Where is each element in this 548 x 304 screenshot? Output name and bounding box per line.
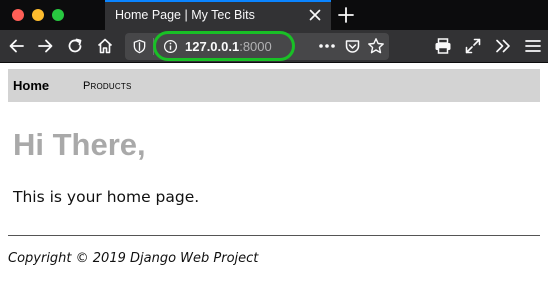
pocket-icon[interactable] — [344, 38, 361, 55]
url-highlight-annotation — [153, 31, 295, 61]
browser-tab[interactable]: Home Page | My Tec Bits — [105, 0, 331, 30]
page-heading: Hi There, — [13, 127, 146, 162]
reload-icon[interactable] — [65, 36, 85, 56]
window-maximize-button[interactable] — [52, 9, 64, 21]
home-icon[interactable] — [95, 36, 115, 56]
web-page: Home Products Hi There, This is your hom… — [0, 64, 548, 304]
footer-divider — [8, 235, 540, 236]
more-dots-icon[interactable] — [318, 41, 336, 51]
hamburger-menu-icon[interactable] — [523, 36, 543, 56]
star-icon[interactable] — [367, 37, 385, 55]
title-bar: Home Page | My Tec Bits — [0, 0, 548, 30]
print-icon[interactable] — [433, 36, 453, 56]
home-message: This is your home page. — [13, 188, 200, 206]
close-icon[interactable] — [307, 7, 323, 23]
tracking-shield-icon[interactable] — [132, 39, 147, 54]
forward-arrow-icon[interactable] — [35, 36, 55, 56]
plus-icon[interactable] — [336, 5, 356, 25]
fullscreen-icon[interactable] — [463, 36, 483, 56]
tab-title: Home Page | My Tec Bits — [115, 8, 255, 22]
window-close-button[interactable] — [12, 9, 24, 21]
nav-link-home[interactable]: Home — [13, 78, 49, 93]
overflow-chevrons-icon[interactable] — [493, 36, 513, 56]
back-arrow-icon[interactable] — [7, 36, 27, 56]
window-minimize-button[interactable] — [32, 9, 44, 21]
nav-link-products[interactable]: Products — [83, 80, 132, 92]
footer-copyright: Copyright © 2019 Django Web Project — [8, 251, 259, 266]
site-navbar: Home Products — [8, 69, 540, 102]
